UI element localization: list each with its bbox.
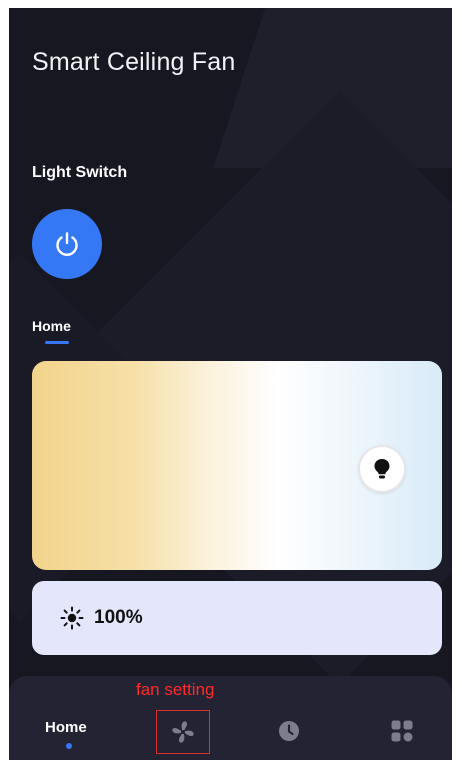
nav-fan-setting-button[interactable] [156,710,210,754]
bottom-nav [9,676,452,760]
light-power-button[interactable] [32,209,102,279]
fan-icon [172,721,194,743]
tab-home[interactable]: Home [32,318,71,334]
lightbulb-icon [374,459,390,479]
nav-home-label[interactable]: Home [45,719,87,736]
sun-icon [60,606,84,630]
light-switch-label: Light Switch [32,164,128,181]
nav-timer-button[interactable] [276,718,302,744]
brightness-slider[interactable]: 100% [32,581,442,655]
grid-icon [391,720,413,742]
power-icon [56,232,78,256]
nav-more-button[interactable] [389,718,415,744]
clock-icon [279,721,299,741]
color-temperature-handle[interactable] [360,447,404,491]
background-shape [213,8,452,168]
brightness-value: 100% [94,607,143,628]
tab-home-indicator [45,341,69,344]
fan-setting-annotation: fan setting [136,680,215,699]
nav-active-indicator [66,743,72,749]
page-title: Smart Ceiling Fan [32,48,236,76]
app-screen: Smart Ceiling Fan Light Switch Home 100%… [9,8,452,760]
